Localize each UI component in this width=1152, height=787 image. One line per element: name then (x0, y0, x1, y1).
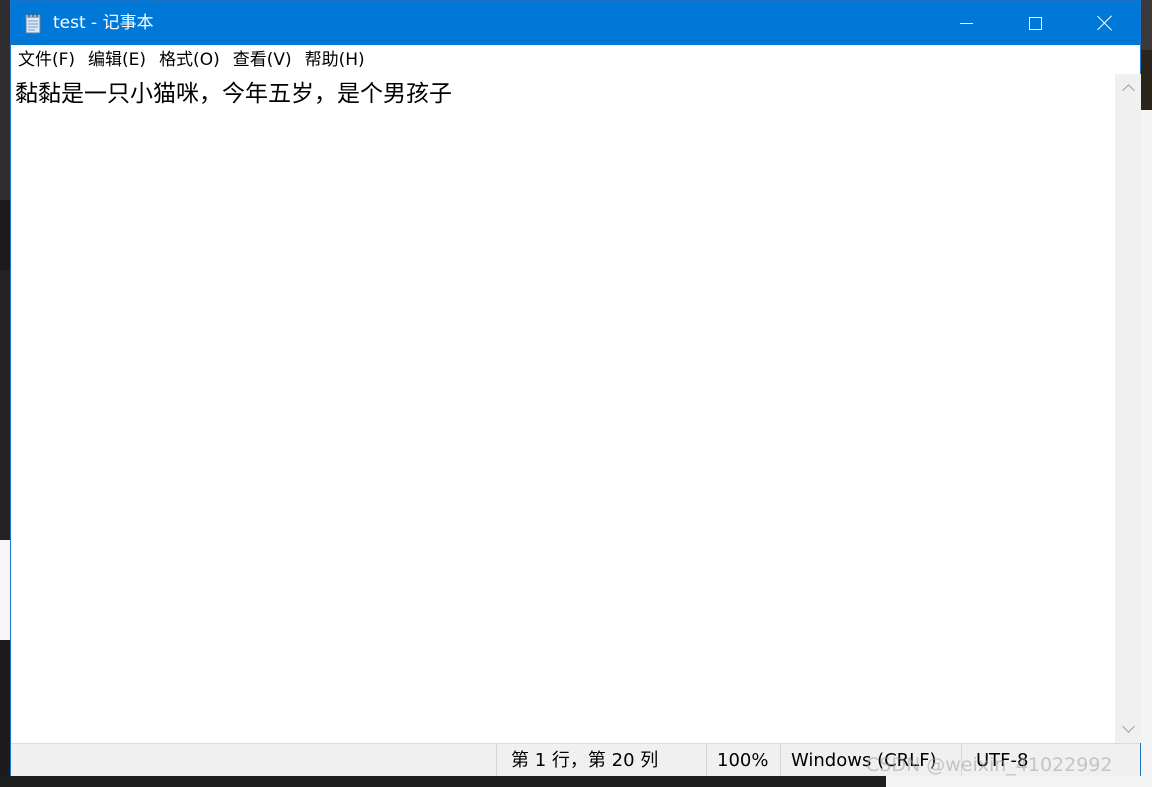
menu-bar: 文件(F) 编辑(E) 格式(O) 查看(V) 帮助(H) (11, 45, 1140, 74)
maximize-button[interactable] (1001, 1, 1070, 45)
close-icon (1097, 15, 1113, 31)
window-title: test - 记事本 (53, 13, 154, 33)
editor-content[interactable]: 黏黏是一只小猫咪，今年五岁，是个男孩子 (15, 79, 452, 109)
notepad-icon (25, 13, 41, 34)
menu-file[interactable]: 文件(F) (12, 47, 81, 73)
text-editor[interactable]: 黏黏是一只小猫咪，今年五岁，是个男孩子 (11, 74, 1115, 743)
zoom-level: 100% (706, 744, 780, 776)
watermark: CSDN @weixin_41022992 (866, 754, 1113, 776)
scroll-down-button[interactable] (1116, 715, 1141, 743)
cursor-position: 第 1 行，第 20 列 (496, 744, 706, 776)
maximize-icon (1029, 16, 1042, 30)
menu-format[interactable]: 格式(O) (153, 47, 226, 73)
notepad-window: test - 记事本 文件(F) 编辑(E) 格式(O) 查看(V) 帮助(H)… (10, 0, 1141, 776)
background-fragment (1141, 50, 1152, 110)
vertical-scrollbar[interactable] (1115, 74, 1141, 743)
scroll-up-button[interactable] (1116, 74, 1141, 102)
menu-view[interactable]: 查看(V) (227, 47, 298, 73)
minimize-button[interactable] (932, 1, 1001, 45)
minimize-icon (960, 22, 973, 24)
menu-edit[interactable]: 编辑(E) (82, 47, 152, 73)
chevron-down-icon (1122, 720, 1135, 733)
close-button[interactable] (1070, 1, 1139, 45)
menu-help[interactable]: 帮助(H) (299, 47, 371, 73)
background-fragment (0, 776, 886, 787)
title-bar[interactable]: test - 记事本 (11, 1, 1140, 45)
chevron-up-icon (1122, 84, 1135, 97)
background-fragment (886, 776, 1152, 787)
background-fragment (1141, 110, 1152, 787)
